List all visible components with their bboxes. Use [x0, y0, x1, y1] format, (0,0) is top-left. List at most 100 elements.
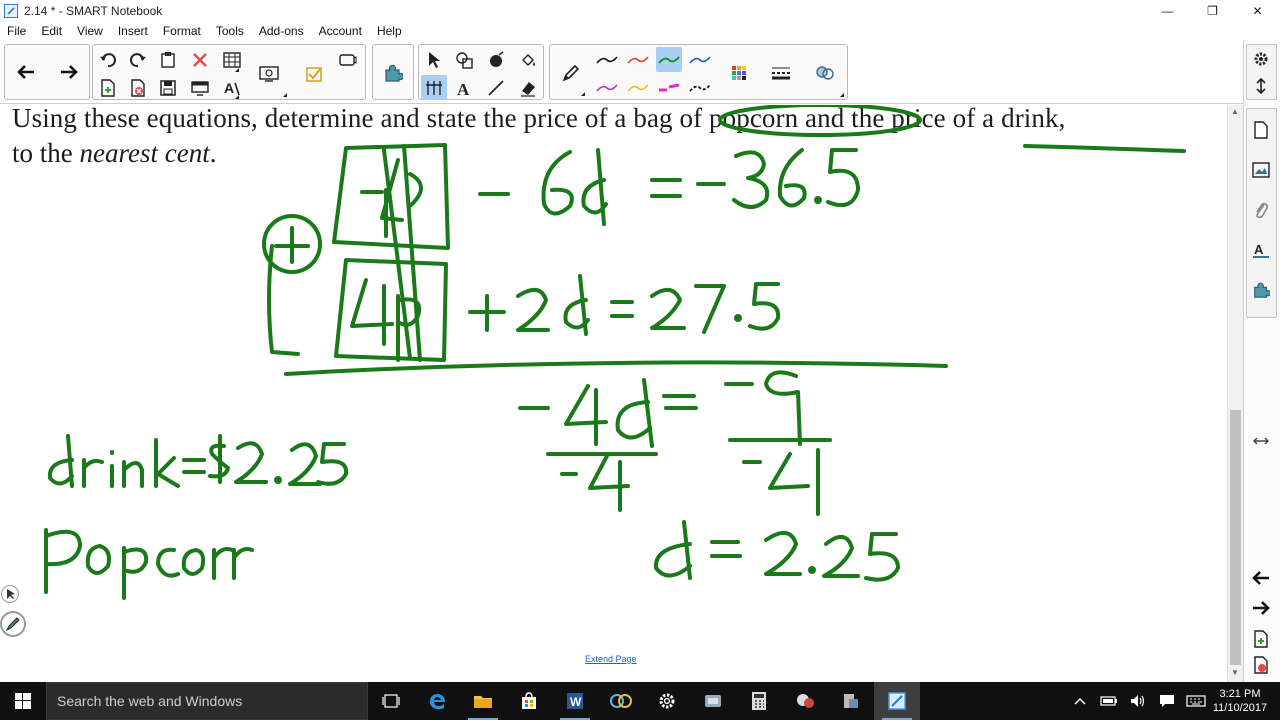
fill-icon[interactable] [515, 47, 541, 72]
shapes-icon[interactable] [451, 47, 477, 72]
sidebar-previous-page-icon[interactable] [1248, 565, 1274, 591]
sidebar-next-page-icon[interactable] [1248, 595, 1274, 621]
battery-icon[interactable] [1094, 682, 1123, 720]
dropdown-indicator [235, 68, 239, 72]
word-icon[interactable]: W [552, 682, 598, 720]
ink-digit-4b [564, 384, 608, 446]
ink-sum-line [284, 360, 948, 376]
measurement-tools-icon[interactable] [421, 75, 447, 100]
menu-tools[interactable]: Tools [209, 24, 252, 38]
vertical-scrollbar[interactable]: ▲ ▼ [1227, 105, 1243, 682]
menu-bar: File Edit View Insert Format Tools Add-o… [0, 21, 1280, 40]
menu-help[interactable]: Help [370, 24, 410, 38]
pen-yellow-swatch[interactable] [625, 75, 651, 100]
page-sorter-icon[interactable] [1248, 117, 1274, 143]
ink-digit-6 [541, 150, 574, 216]
properties-icon[interactable]: A [1248, 237, 1274, 263]
pen-blue-swatch[interactable] [687, 47, 713, 72]
app-icon-1[interactable] [690, 682, 736, 720]
delete-page-icon[interactable] [125, 75, 151, 100]
app-icon-3[interactable] [828, 682, 874, 720]
save-icon[interactable] [155, 75, 181, 100]
edit-group: A [92, 44, 366, 100]
floating-select-tool-icon[interactable] [1, 585, 19, 603]
response-icon[interactable] [299, 60, 329, 88]
scrollbar-thumb[interactable] [1230, 410, 1241, 665]
magic-pen-icon[interactable] [483, 47, 509, 72]
previous-page-button[interactable] [13, 59, 39, 84]
clock-date: 11/10/2017 [1212, 702, 1268, 714]
screen-shade-icon[interactable] [187, 75, 213, 100]
edge-browser-icon[interactable] [414, 682, 460, 720]
select-arrow-icon[interactable] [421, 47, 447, 72]
windows-start-icon[interactable] [0, 682, 46, 720]
line-tool-icon[interactable] [483, 75, 509, 100]
notebook-page[interactable]: Using these equations, determine and sta… [0, 105, 1227, 682]
minimize-button[interactable]: — [1145, 0, 1190, 21]
menu-add-ons[interactable]: Add-ons [252, 24, 312, 38]
pen-magenta-swatch[interactable] [594, 75, 620, 100]
settings-icon[interactable] [644, 682, 690, 720]
volume-icon[interactable] [1123, 682, 1152, 720]
close-button[interactable]: ✕ [1235, 0, 1280, 21]
document-camera-icon[interactable] [335, 47, 361, 72]
task-view-icon[interactable] [368, 682, 414, 720]
ink-digit-2c [764, 531, 802, 576]
next-page-button[interactable] [56, 59, 82, 84]
file-explorer-icon[interactable] [460, 682, 506, 720]
menu-account[interactable]: Account [312, 24, 370, 38]
pen-green-swatch[interactable] [656, 47, 682, 72]
keyboard-icon[interactable] [1181, 682, 1210, 720]
settings-gear-icon[interactable] [1248, 46, 1274, 72]
text-recognition-icon[interactable]: A [219, 75, 245, 100]
menu-format[interactable]: Format [156, 24, 209, 38]
pen-icon[interactable] [558, 60, 584, 85]
delete-icon[interactable] [187, 47, 213, 72]
floating-pen-tool-icon[interactable] [0, 611, 26, 637]
add-ons-puzzle-icon[interactable] [380, 60, 406, 85]
maximize-button[interactable]: ❐ [1190, 0, 1235, 21]
attachments-icon[interactable] [1248, 197, 1274, 223]
pen-properties-icon[interactable] [812, 60, 838, 85]
table-icon[interactable] [219, 47, 245, 72]
menu-file[interactable]: File [0, 24, 34, 38]
scroll-down-arrow-icon[interactable]: ▼ [1231, 668, 1239, 677]
scroll-up-arrow-icon[interactable]: ▲ [1231, 107, 1239, 116]
taskbar-search-box[interactable]: Search the web and Windows [46, 682, 368, 720]
screen-capture-icon[interactable] [252, 60, 286, 88]
show-desktop-button[interactable] [1270, 682, 1280, 720]
add-page-icon[interactable] [95, 75, 121, 100]
calculator-icon[interactable] [736, 682, 782, 720]
menu-insert[interactable]: Insert [111, 24, 156, 38]
sidebar-delete-page-icon[interactable] [1248, 652, 1274, 678]
ink-workspace-icon[interactable] [598, 682, 644, 720]
color-palette-icon[interactable] [726, 60, 752, 85]
sidebar-resize-icon[interactable] [1248, 428, 1274, 454]
store-icon[interactable] [506, 682, 552, 720]
eraser-icon[interactable] [515, 75, 541, 100]
app-icon-2[interactable] [782, 682, 828, 720]
undo-icon[interactable] [95, 47, 121, 72]
pen-red-swatch[interactable] [625, 47, 651, 72]
taskbar-clock[interactable]: 3:21 PM 11/10/2017 [1210, 687, 1270, 715]
pen-black-swatch[interactable] [594, 47, 620, 72]
add-ons-tab-icon[interactable] [1248, 277, 1274, 303]
smart-notebook-taskbar-icon[interactable] [874, 682, 920, 720]
pen-dashed-swatch[interactable] [687, 75, 713, 100]
move-toolbar-icon[interactable] [1248, 73, 1274, 99]
text-tool-icon[interactable]: A [451, 75, 477, 100]
ink-equals-4 [710, 540, 742, 558]
show-hidden-icons-chevron-icon[interactable] [1065, 682, 1094, 720]
menu-view[interactable]: View [70, 24, 111, 38]
ink-digit-5c [864, 532, 900, 582]
redo-icon[interactable] [125, 47, 151, 72]
line-style-icon[interactable] [768, 60, 794, 85]
action-center-icon[interactable] [1152, 682, 1181, 720]
paste-icon[interactable] [155, 47, 181, 72]
extend-page-link[interactable]: Extend Page [585, 654, 637, 664]
gallery-icon[interactable] [1248, 157, 1274, 183]
sidebar-add-page-icon[interactable] [1248, 626, 1274, 652]
menu-edit[interactable]: Edit [34, 24, 70, 38]
highlighter-magenta-swatch[interactable] [656, 75, 682, 100]
ink-divisor-left [560, 452, 630, 512]
